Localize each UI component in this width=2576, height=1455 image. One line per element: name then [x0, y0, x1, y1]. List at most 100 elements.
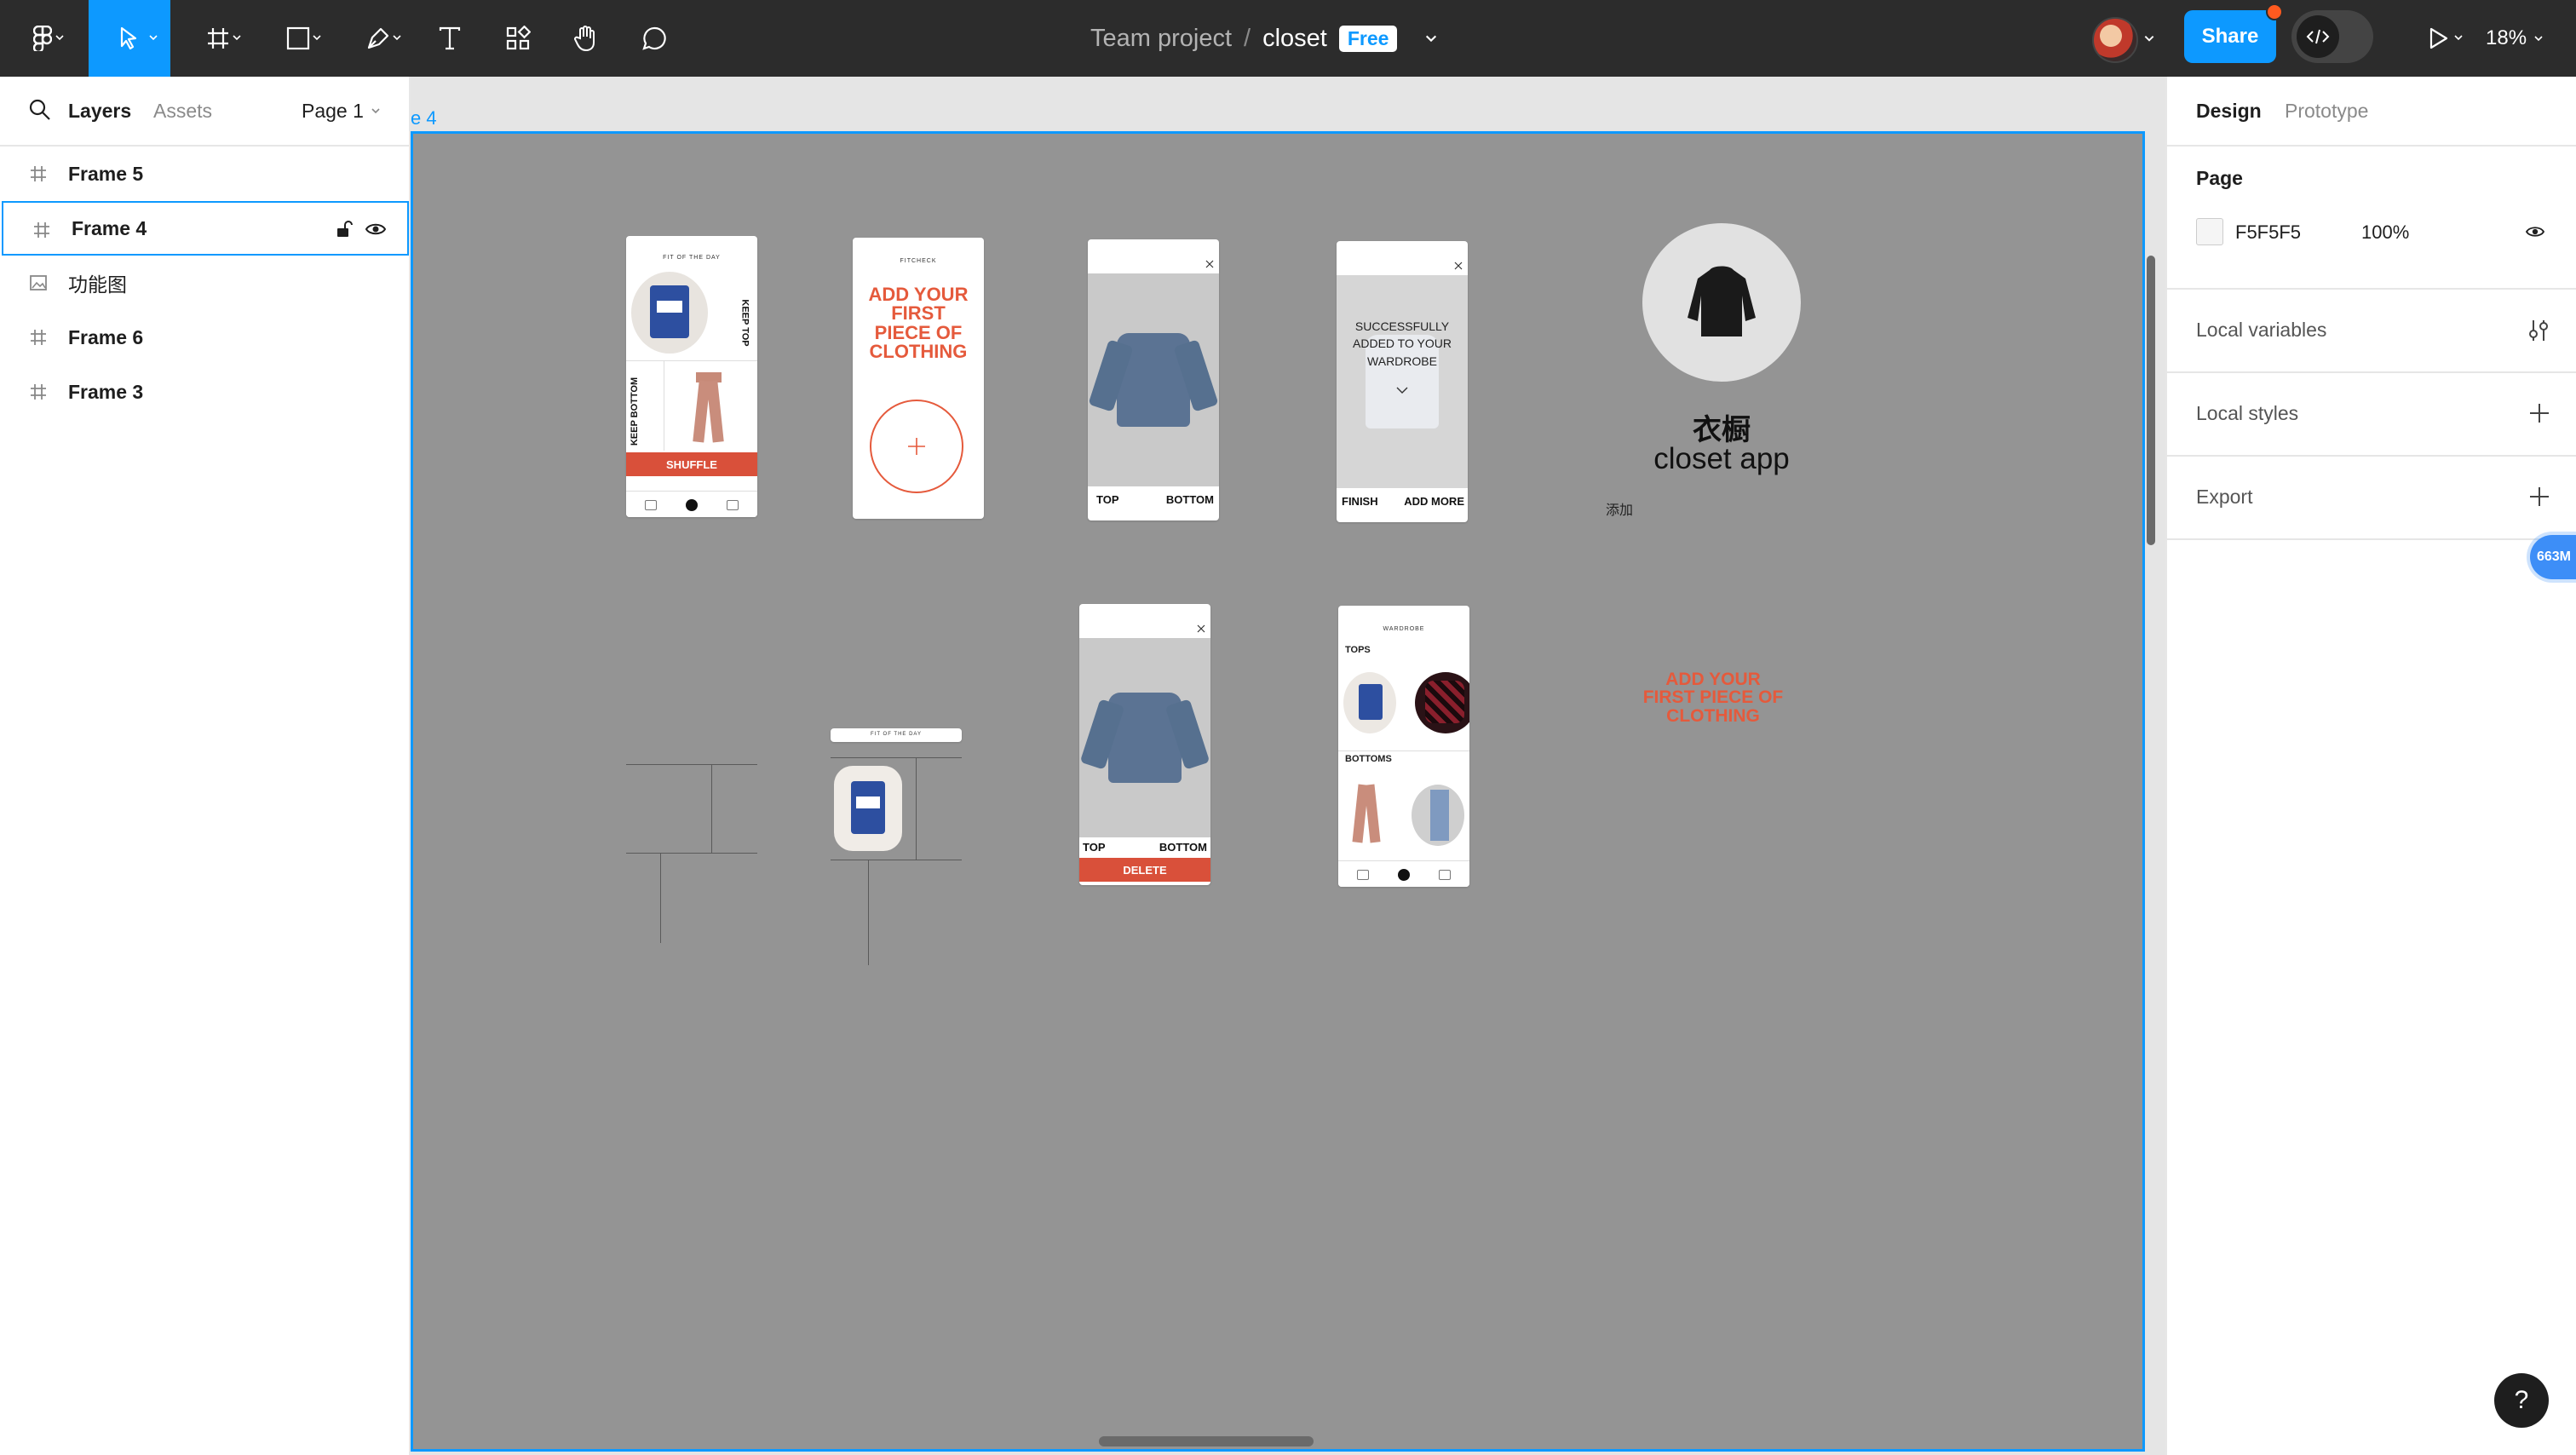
screen-fit-of-the-day[interactable]: FIT OF THE DAY KEEP TOP KEEP BOTTOM SHUF… — [626, 236, 757, 517]
layer-label: Frame 3 — [68, 380, 144, 403]
components-icon — [506, 26, 531, 50]
add-label: 添加 — [1606, 503, 1634, 518]
wireframe-line — [868, 860, 869, 965]
search-icon[interactable] — [29, 99, 51, 121]
unlock-icon[interactable] — [334, 220, 353, 239]
wardrobe-icon[interactable] — [727, 500, 739, 510]
local-variables-section[interactable]: Local variables — [2167, 290, 2576, 373]
wardrobe-bottom-item[interactable] — [1352, 784, 1383, 844]
wardrobe-bottom-item[interactable] — [1412, 785, 1464, 846]
export-section[interactable]: Export — [2167, 457, 2576, 540]
file-name[interactable]: closet — [1262, 25, 1327, 53]
keep-top-label[interactable]: KEEP TOP — [740, 299, 750, 346]
close-icon[interactable] — [1205, 260, 1214, 268]
text-tool-button[interactable] — [426, 0, 474, 77]
tab-design[interactable]: Design — [2196, 77, 2262, 145]
screen-success[interactable]: SUCCESSFULLY ADDED TO YOUR WARDROBE FINI… — [1337, 241, 1468, 522]
present-button[interactable] — [2404, 0, 2472, 77]
keep-bottom-label[interactable]: KEEP BOTTOM — [630, 377, 640, 446]
hanger-icon[interactable] — [1357, 870, 1369, 880]
close-icon[interactable] — [1454, 262, 1463, 270]
top-option[interactable]: TOP — [1096, 493, 1119, 506]
horizontal-scrollbar[interactable] — [1099, 1436, 1314, 1446]
finish-button[interactable]: FINISH — [1342, 495, 1378, 508]
frame-tool-button[interactable] — [184, 0, 252, 77]
layer-frame-5[interactable]: Frame 5 — [0, 147, 409, 201]
local-styles-section[interactable]: Local styles — [2167, 373, 2576, 457]
layer-function-map[interactable]: 功能图 — [0, 256, 409, 310]
chevron-down-icon — [149, 35, 158, 41]
page-color-value[interactable]: F5F5F5 — [2235, 221, 2301, 244]
add-more-button[interactable]: ADD MORE — [1404, 495, 1464, 508]
tab-layers[interactable]: Layers — [68, 77, 131, 145]
wardrobe-icon[interactable] — [1439, 870, 1451, 880]
main-menu-button[interactable] — [0, 0, 85, 77]
shuffle-button[interactable]: SHUFFLE — [626, 452, 757, 476]
screen-outfit-header[interactable]: FIT OF THE DAY — [831, 728, 962, 742]
check-icon — [1396, 387, 1408, 394]
pen-tool-button[interactable] — [344, 0, 412, 77]
frame-4-board[interactable]: FIT OF THE DAY KEEP TOP KEEP BOTTOM SHUF… — [411, 131, 2145, 1452]
frame-icon — [31, 384, 46, 400]
team-name[interactable]: Team project — [1090, 25, 1232, 53]
tab-assets[interactable]: Assets — [153, 77, 212, 145]
screen-wardrobe[interactable]: WARDROBE TOPS BOTTOMS — [1338, 606, 1469, 887]
top-option[interactable]: TOP — [1083, 841, 1106, 854]
screen-item-detail[interactable]: TOP BOTTOM DELETE — [1079, 604, 1210, 885]
design-canvas[interactable]: e 4 FIT OF THE DAY KEEP TOP KEEP BOTTOM … — [411, 77, 2165, 1455]
home-icon[interactable] — [686, 499, 698, 511]
frame-name-label[interactable]: e 4 — [411, 107, 437, 129]
bottom-option[interactable]: BOTTOM — [1159, 841, 1207, 854]
plan-badge[interactable]: Free — [1338, 25, 1398, 52]
app-logo — [1642, 223, 1801, 382]
avatar[interactable] — [2092, 17, 2138, 63]
screen-select-category[interactable]: TOP BOTTOM — [1088, 239, 1219, 520]
memory-usage-badge[interactable]: 663M — [2530, 535, 2576, 579]
layer-frame-6[interactable]: Frame 6 — [0, 310, 409, 365]
chevron-down-icon — [233, 35, 241, 41]
wardrobe-top-item[interactable] — [1343, 672, 1396, 733]
text-icon — [439, 26, 461, 50]
layer-frame-4[interactable]: Frame 4 — [2, 201, 409, 256]
hand-tool-button[interactable] — [562, 0, 610, 77]
delete-button[interactable]: DELETE — [1079, 858, 1210, 882]
move-tool-button[interactable] — [89, 0, 170, 77]
page-heading: Page — [2196, 167, 2243, 189]
bottom-option[interactable]: BOTTOM — [1166, 493, 1214, 506]
shirt-photo-faded — [1337, 275, 1468, 488]
shape-tool-button[interactable] — [264, 0, 332, 77]
add-clothing-button[interactable] — [870, 400, 963, 493]
vertical-scrollbar[interactable] — [2147, 256, 2155, 545]
loose-add-first-text[interactable]: ADD YOUR FIRST PIECE OF CLOTHING — [1640, 670, 1786, 725]
help-button[interactable]: ? — [2494, 1373, 2549, 1428]
adjust-icon[interactable] — [2527, 319, 2550, 342]
page-selector[interactable]: Page 1 — [302, 77, 381, 145]
plus-icon[interactable] — [2528, 402, 2550, 424]
eye-icon[interactable] — [365, 220, 387, 239]
page-opacity-value[interactable]: 100% — [2361, 221, 2409, 244]
comment-tool-button[interactable] — [630, 0, 678, 77]
screen-title: FITCHECK — [900, 258, 937, 264]
share-button[interactable]: Share — [2184, 10, 2276, 63]
zoom-dropdown[interactable]: 18% — [2486, 0, 2544, 77]
hanger-icon[interactable] — [645, 500, 657, 510]
chevron-down-icon[interactable] — [1424, 32, 1438, 45]
layer-frame-3[interactable]: Frame 3 — [0, 365, 409, 419]
resources-tool-button[interactable] — [494, 0, 542, 77]
chevron-down-icon[interactable] — [2143, 32, 2155, 44]
hoodie-icon — [1688, 266, 1756, 336]
local-styles-label: Local styles — [2196, 402, 2299, 424]
frame-icon — [31, 166, 46, 181]
dev-mode-toggle[interactable] — [2291, 10, 2373, 63]
page-color-swatch[interactable] — [2196, 218, 2223, 245]
layer-label: Frame 4 — [72, 216, 147, 239]
home-icon[interactable] — [1398, 869, 1410, 881]
wardrobe-top-item[interactable] — [1415, 672, 1469, 733]
eye-icon[interactable] — [2523, 223, 2547, 240]
hand-icon — [574, 26, 595, 52]
screen-fitcheck-empty[interactable]: FITCHECK ADD YOUR FIRST PIECE OF CLOTHIN… — [853, 238, 984, 519]
chevron-down-icon — [2454, 35, 2463, 41]
tab-prototype[interactable]: Prototype — [2285, 77, 2368, 145]
plus-icon[interactable] — [2528, 486, 2550, 508]
close-icon[interactable] — [1197, 624, 1205, 633]
